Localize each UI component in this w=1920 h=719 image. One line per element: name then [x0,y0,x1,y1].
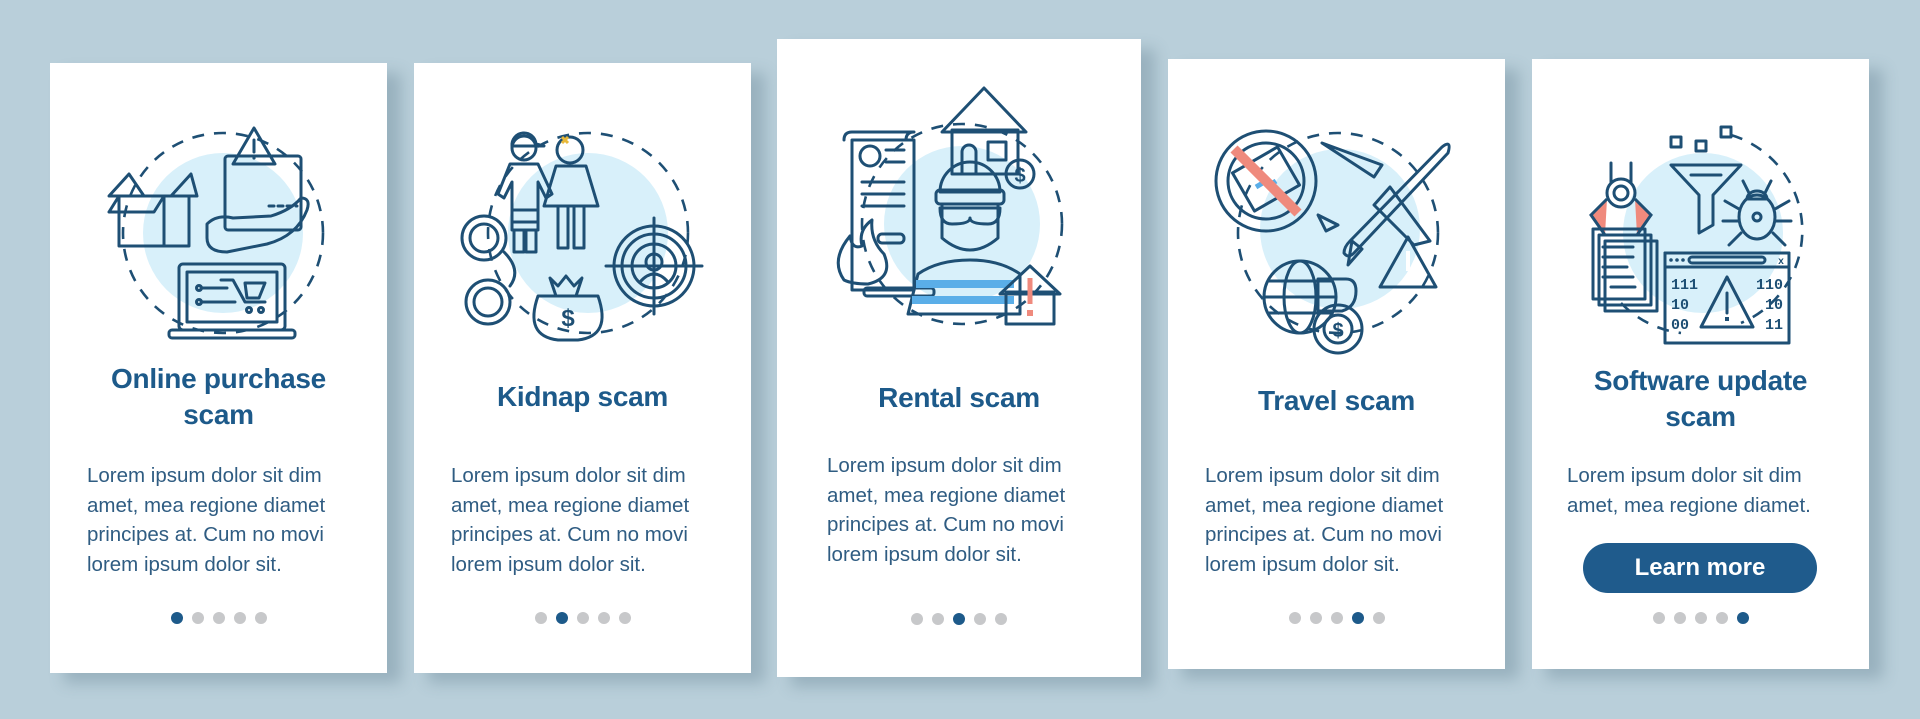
pagination-dots [50,612,387,624]
kidnap-illustration: $ [460,131,703,342]
data-squares-icon [1669,125,1732,153]
title-line-1: Software update [1593,365,1808,396]
svg-text:$: $ [1014,165,1025,187]
title-line-1: Online purchase [111,363,326,394]
screen-description: Lorem ipsum dolor sit dim amet, mea regi… [1205,464,1444,576]
onboarding-screen-kidnap: $ Kidnap scam Lorem ipsum dolor sit dim … [414,63,751,673]
page-dot-5[interactable] [995,613,1007,625]
svg-text:10: 10 [1764,297,1782,314]
page-dot-2[interactable] [1309,612,1322,624]
rental-illustration: $ [836,86,1064,326]
onboarding-screen-travel: $ Travel scam Lorem ipsum dolor sit dim … [1168,59,1505,669]
page-dot-3[interactable] [1330,612,1343,624]
page-dot-2[interactable] [932,613,944,625]
title-line-2: scam [183,399,254,430]
page-dot-1[interactable] [1288,612,1301,624]
page-dot-3[interactable] [576,612,589,624]
screen-title: Online purchase scam [50,361,387,433]
page-dot-1[interactable] [911,613,923,625]
screen-description: Lorem ipsum dolor sit dim amet, mea regi… [827,454,1066,566]
page-dot-5[interactable] [254,612,267,624]
svg-text:110: 110 [1755,277,1782,294]
page-dot-4[interactable] [233,612,246,624]
page-dot-3[interactable] [1694,612,1707,624]
page-dot-3-active[interactable] [953,613,965,625]
browser-window-warning-icon: x 111 10 00 110 10 11 [1663,251,1790,345]
onboarding-screen-software-update: x 111 10 00 110 10 11 Software update sc… [1532,59,1869,669]
svg-text:$: $ [1332,320,1343,342]
fire-icon [836,218,889,286]
onboarding-screen-rental: $ Rental scam Lorem ipsum dolor sit dim … [777,39,1141,677]
screen-title: Travel scam [1257,385,1416,416]
page-dot-5[interactable] [618,612,631,624]
page-dot-5-active[interactable] [1736,612,1749,624]
page-dot-4[interactable] [1715,612,1728,624]
page-dot-5[interactable] [1372,612,1385,624]
screen-description: Lorem ipsum dolor sit dim amet, mea regi… [1567,464,1811,517]
pagination-dots [1532,612,1869,624]
svg-text:x: x [1777,257,1783,268]
pagination-dots [777,613,1141,625]
travel-illustration: $ [1214,129,1451,355]
page-dot-2[interactable] [191,612,204,624]
screen-title: Software update scam [1532,363,1869,435]
page-dot-1[interactable] [1652,612,1665,624]
screen-title: Kidnap scam [497,381,668,412]
page-dot-1[interactable] [534,612,547,624]
screen-description: Lorem ipsum dolor sit dim amet, mea regi… [451,464,690,576]
svg-text:11: 11 [1764,317,1782,334]
page-dot-4[interactable] [597,612,610,624]
online-purchase-illustration [107,126,324,340]
pagination-dots [414,612,751,624]
onboarding-screen-online-purchase: Online purchase scam Lorem ipsum dolor s… [50,63,387,673]
learn-more-button[interactable]: Learn more [1583,543,1817,593]
pagination-dots [1168,612,1505,624]
svg-text:111: 111 [1671,277,1698,294]
page-dot-4[interactable] [974,613,986,625]
house-dollar-icon: $ [940,86,1036,190]
svg-text:10: 10 [1671,297,1689,314]
page-dot-2-active[interactable] [555,612,568,624]
svg-text:$: $ [561,305,575,332]
svg-text:00: 00 [1671,317,1689,334]
page-dot-3[interactable] [212,612,225,624]
screen-title: Rental scam [878,382,1040,413]
title-line-2: scam [1665,401,1736,432]
screen-description: Lorem ipsum dolor sit dim amet, mea regi… [87,464,326,576]
page-dot-2[interactable] [1673,612,1686,624]
software-update-illustration: x 111 10 00 110 10 11 [1588,125,1804,345]
page-dot-1-active[interactable] [170,612,183,624]
page-dot-4-active[interactable] [1351,612,1364,624]
